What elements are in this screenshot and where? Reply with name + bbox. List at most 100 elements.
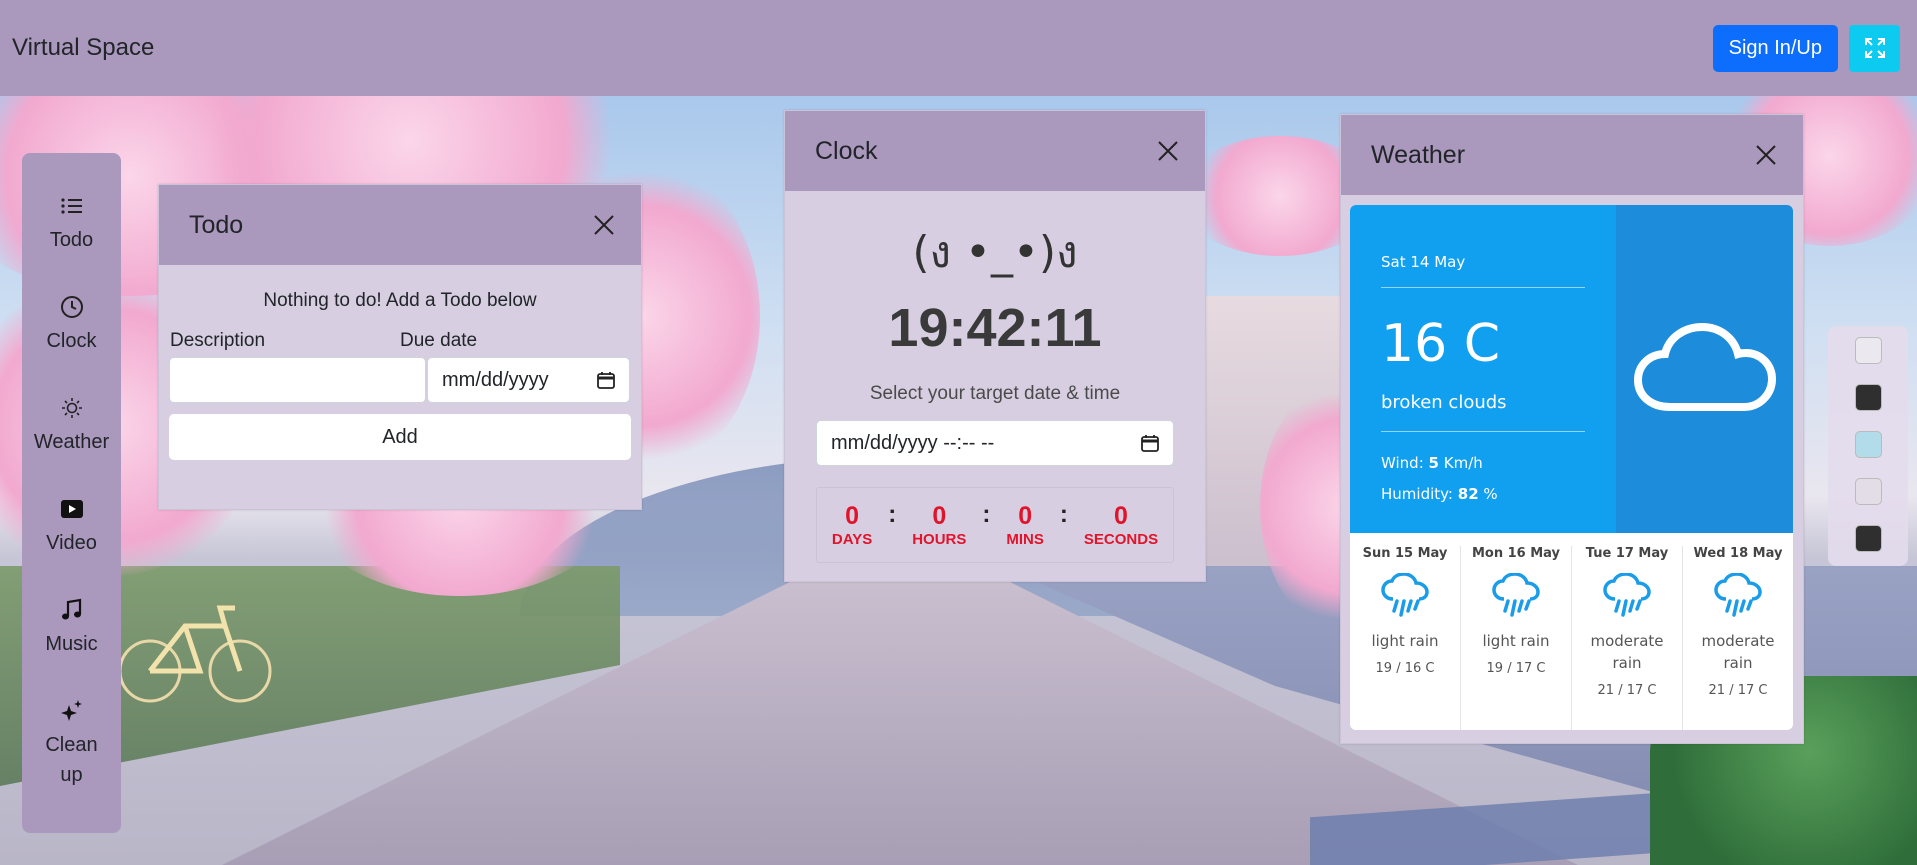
clock-widget: Clock (ง •_•)ง 19:42:11 Select your targ… <box>784 110 1206 582</box>
navbar-actions: Sign In/Up <box>1712 24 1917 72</box>
weather-meta: Wind: 5 Km/h Humidity: 82 % <box>1381 448 1616 510</box>
target-datetime-input[interactable]: mm/dd/yyyy --:-- -- <box>816 420 1174 466</box>
brand-title[interactable]: Virtual Space <box>12 34 154 62</box>
todo-header[interactable]: Todo <box>159 185 641 265</box>
sidebar-item-video[interactable]: Video <box>22 494 121 595</box>
wind-row: Wind: 5 Km/h <box>1381 448 1616 479</box>
todo-field-labels: Description Due date <box>159 330 641 352</box>
close-icon <box>1158 141 1178 161</box>
current-time: 19:42:11 <box>888 298 1102 358</box>
datetime-placeholder: mm/dd/yyyy --:-- -- <box>831 431 995 454</box>
todo-title: Todo <box>189 210 244 239</box>
countdown-unit: SECONDS <box>1083 531 1159 548</box>
rain-cloud-icon <box>1492 572 1540 617</box>
due-date-label: Due date <box>400 330 478 351</box>
weather-header[interactable]: Weather <box>1341 115 1803 195</box>
todo-empty-message: Nothing to do! Add a Todo below <box>263 290 537 311</box>
forecast-date: Wed 18 May <box>1693 546 1783 561</box>
sidebar-item-label: Music <box>45 633 98 655</box>
forecast-date: Sun 15 May <box>1362 546 1448 561</box>
clock-close-button[interactable] <box>1153 136 1183 166</box>
forecast-condition: moderate rain <box>1701 632 1775 672</box>
fullscreen-button[interactable] <box>1849 24 1900 72</box>
description-label: Description <box>170 330 266 351</box>
list-icon <box>60 198 82 214</box>
countdown-value: 0 <box>932 502 947 530</box>
forecast-date: Mon 16 May <box>1471 546 1561 561</box>
theme-swatch[interactable] <box>1854 384 1882 411</box>
forecast-temps: 19 / 16 C <box>1375 661 1435 676</box>
play-icon <box>60 500 83 518</box>
weather-date: Sat 14 May <box>1381 253 1585 288</box>
forecast-temps: 21 / 17 C <box>1597 683 1657 698</box>
clock-header[interactable]: Clock <box>785 111 1205 191</box>
target-label: Select your target date & time <box>869 383 1121 404</box>
countdown-unit: MINS <box>1006 531 1044 548</box>
wind-value: 5 <box>1428 454 1439 472</box>
weather-temperature: 16 C <box>1381 314 1501 374</box>
humidity-unit: % <box>1483 485 1498 503</box>
clock-icon <box>60 296 83 318</box>
sidebar-item-todo[interactable]: Todo <box>22 191 121 292</box>
countdown: 0 DAYS : 0 HOURS : 0 MINS : 0 SECONDS <box>816 487 1174 563</box>
countdown-separator: : <box>888 501 897 528</box>
theme-swatches <box>1828 326 1908 566</box>
weather-widget: Weather Sat 14 May 16 C broken clouds Wi… <box>1340 114 1804 744</box>
cloud-icon <box>1633 322 1776 411</box>
sidebar-item-label: Todo <box>49 229 94 251</box>
current-weather-icon-panel <box>1616 205 1793 533</box>
description-input[interactable] <box>169 357 426 403</box>
sidebar: Todo Clock Weather Video Music Clean up <box>22 153 121 833</box>
countdown-value: 0 <box>1114 502 1128 530</box>
forecast-day: Tue 17 May moderate rain 21 / 17 C <box>1572 546 1683 730</box>
forecast-day: Mon 16 May light rain 19 / 17 C <box>1461 546 1572 730</box>
music-note-icon <box>61 598 81 620</box>
close-icon <box>1756 145 1776 165</box>
due-date-placeholder: mm/dd/yyyy <box>442 368 549 391</box>
sidebar-item-weather[interactable]: Weather <box>22 393 121 494</box>
theme-swatch[interactable] <box>1854 431 1882 458</box>
sidebar-item-label: Clock <box>46 330 97 352</box>
sidebar-item-music[interactable]: Music <box>22 595 121 696</box>
weather-description: broken clouds <box>1381 392 1585 432</box>
add-todo-button[interactable]: Add <box>169 414 631 460</box>
rain-cloud-icon <box>1381 572 1429 617</box>
bicycle <box>118 605 272 703</box>
countdown-seconds: 0 SECONDS <box>1084 502 1158 548</box>
humidity-value: 82 <box>1457 485 1479 503</box>
theme-swatch[interactable] <box>1854 525 1882 552</box>
calendar-icon[interactable] <box>1141 434 1159 452</box>
forecast-temps: 19 / 17 C <box>1486 661 1546 676</box>
forecast-day: Wed 18 May moderate rain 21 / 17 C <box>1683 546 1793 730</box>
sign-in-button[interactable]: Sign In/Up <box>1712 24 1838 72</box>
sidebar-item-label: Clean up <box>45 734 98 786</box>
theme-swatch[interactable] <box>1854 478 1882 505</box>
forecast-condition: light rain <box>1482 632 1550 650</box>
todo-widget: Todo Nothing to do! Add a Todo below Des… <box>158 184 642 510</box>
weather-title: Weather <box>1371 140 1466 169</box>
todo-close-button[interactable] <box>589 210 619 240</box>
sidebar-item-label: Weather <box>33 431 110 453</box>
humidity-row: Humidity: 82 % <box>1381 479 1616 510</box>
countdown-unit: DAYS <box>831 531 873 548</box>
weather-close-button[interactable] <box>1751 140 1781 170</box>
top-navbar: Virtual Space Sign In/Up <box>0 0 1917 96</box>
weather-card: Sat 14 May 16 C broken clouds Wind: 5 Km… <box>1350 205 1793 730</box>
todo-inputs: mm/dd/yyyy <box>159 357 641 403</box>
countdown-hours: 0 HOURS <box>912 502 966 548</box>
current-weather-details: Sat 14 May 16 C broken clouds Wind: 5 Km… <box>1350 205 1616 533</box>
countdown-unit: HOURS <box>912 531 967 548</box>
countdown-separator: : <box>982 501 991 528</box>
sidebar-item-clean-up[interactable]: Clean up <box>22 696 121 797</box>
forecast-condition: moderate rain <box>1590 632 1664 672</box>
wind-label: Wind: <box>1381 454 1424 472</box>
kaomoji: (ง •_•)ง <box>912 227 1078 278</box>
forecast: Sun 15 May light rain 19 / 16 C Mon 16 M… <box>1350 533 1793 730</box>
due-date-input[interactable]: mm/dd/yyyy <box>427 357 630 403</box>
sidebar-item-clock[interactable]: Clock <box>22 292 121 393</box>
countdown-separator: : <box>1059 501 1068 528</box>
calendar-icon[interactable] <box>597 371 615 389</box>
sparkles-icon <box>60 700 82 721</box>
wind-unit: Km/h <box>1443 454 1483 472</box>
theme-swatch[interactable] <box>1854 337 1882 364</box>
